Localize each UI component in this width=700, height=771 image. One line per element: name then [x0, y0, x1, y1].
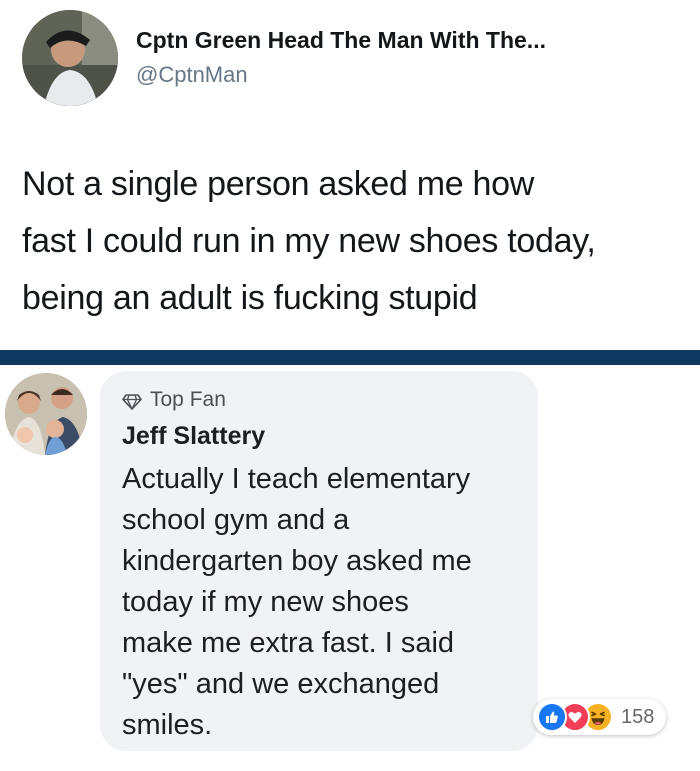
comment-text-line: Actually I teach elementary	[122, 463, 471, 495]
reactions-summary[interactable]: 158	[533, 699, 667, 735]
tweet-text-line: Not a single person asked me how	[22, 165, 535, 203]
comment-text-line: smiles.	[122, 709, 213, 741]
tweet-card: Cptn Green Head The Man With The... @Cpt…	[0, 0, 700, 349]
screenshot-collage: Cptn Green Head The Man With The... @Cpt…	[0, 0, 700, 771]
comment-text-line: kindergarten boy asked me	[122, 545, 472, 577]
comment-text-line: make me extra fast. I said	[122, 627, 455, 659]
comment-text-line: school gym and a	[122, 504, 350, 536]
tweet-text-line: fast I could run in my new shoes today,	[22, 222, 596, 260]
comment-text-line: "yes" and we exchanged	[122, 668, 440, 700]
tweet-avatar[interactable]	[22, 10, 118, 106]
diamond-icon	[122, 392, 142, 410]
top-fan-label: Top Fan	[150, 388, 226, 411]
section-divider	[0, 350, 700, 365]
commenter-avatar[interactable]	[5, 373, 87, 455]
like-icon	[537, 702, 567, 732]
facebook-comment: Top Fan Jeff Slattery Actually I teach e…	[0, 365, 700, 771]
comment-body: Actually I teach elementary school gym a…	[122, 459, 532, 746]
tweet-display-name[interactable]: Cptn Green Head The Man With The...	[136, 27, 546, 54]
commenter-name[interactable]: Jeff Slattery	[122, 422, 265, 451]
top-fan-badge[interactable]: Top Fan	[122, 388, 226, 412]
tweet-body: Not a single person asked me how fast I …	[22, 156, 682, 327]
comment-bubble: Top Fan Jeff Slattery Actually I teach e…	[100, 371, 538, 751]
tweet-handle[interactable]: @CptnMan	[136, 62, 248, 88]
reaction-count: 158	[621, 705, 655, 728]
comment-text-line: today if my new shoes	[122, 586, 409, 618]
tweet-text-line: being an adult is fucking stupid	[22, 279, 478, 317]
